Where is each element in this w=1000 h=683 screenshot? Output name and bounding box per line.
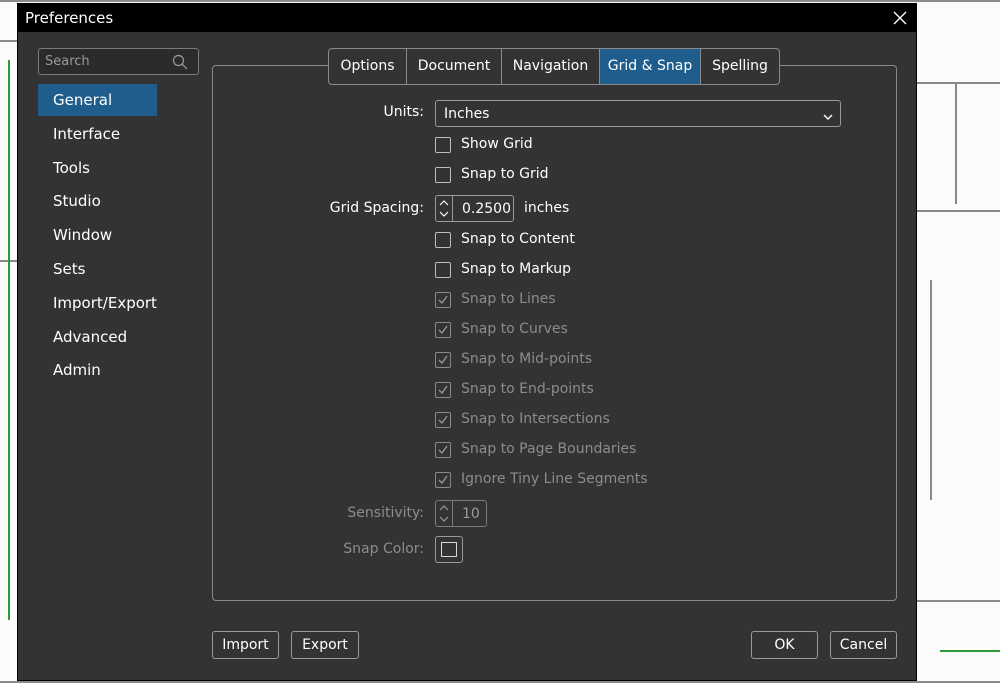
title-bar: Preferences	[18, 4, 916, 32]
color-swatch	[441, 542, 457, 557]
sensitivity-value: 10	[462, 506, 480, 522]
grid-spacing-label: Grid Spacing:	[329, 200, 424, 216]
checkbox-box[interactable]	[435, 292, 451, 308]
export-button[interactable]: Export	[291, 631, 359, 659]
checkbox-label: Snap to Intersections	[461, 411, 610, 427]
spinner-arrows[interactable]	[436, 501, 453, 526]
checkbox-label: Ignore Tiny Line Segments	[461, 471, 648, 487]
checkbox-box[interactable]	[435, 442, 451, 458]
checkbox-box[interactable]	[435, 382, 451, 398]
preferences-dialog: Preferences General Interface Tools Stud…	[17, 3, 917, 681]
checkbox-label: Snap to Mid-points	[461, 351, 593, 367]
sidebar-item-window[interactable]: Window	[38, 219, 157, 251]
checkbox-label: Snap to Grid	[461, 166, 549, 182]
units-label: Units:	[383, 104, 424, 120]
checkbox-box[interactable]	[435, 472, 451, 488]
checkbox-box[interactable]	[435, 412, 451, 428]
sidebar-item-import-export[interactable]: Import/Export	[38, 287, 157, 319]
tab-navigation[interactable]: Navigation	[502, 49, 600, 84]
checkbox-label: Snap to Content	[461, 231, 575, 247]
checkbox-label: Show Grid	[461, 136, 533, 152]
import-button[interactable]: Import	[212, 631, 279, 659]
sensitivity-label: Sensitivity:	[347, 505, 424, 521]
snap-color-label: Snap Color:	[343, 541, 424, 557]
checkbox-label: Snap to Curves	[461, 321, 568, 337]
sidebar-item-studio[interactable]: Studio	[38, 185, 157, 217]
checkbox-box[interactable]	[435, 352, 451, 368]
search-icon[interactable]	[172, 54, 188, 70]
checkbox-label: Snap to Page Boundaries	[461, 441, 637, 457]
search-box[interactable]	[38, 48, 199, 75]
units-select[interactable]: Inches	[435, 100, 841, 127]
ok-button[interactable]: OK	[751, 631, 818, 659]
checkbox-label: Snap to End-points	[461, 381, 594, 397]
tab-grid-snap[interactable]: Grid & Snap	[600, 49, 701, 84]
spinner-arrows[interactable]	[436, 196, 453, 221]
sidebar-item-tools[interactable]: Tools	[38, 152, 157, 184]
snap-color-picker[interactable]	[435, 536, 463, 563]
tab-options[interactable]: Options	[329, 49, 407, 84]
grid-spacing-spinner[interactable]: 0.2500	[435, 195, 514, 222]
tab-spelling[interactable]: Spelling	[701, 49, 779, 84]
grid-spacing-unit: inches	[524, 200, 570, 216]
sidebar-nav: General Interface Tools Studio Window Se…	[38, 84, 157, 388]
checkbox-label: Snap to Lines	[461, 291, 556, 307]
checkbox-box[interactable]	[435, 232, 451, 248]
chevron-down-icon	[822, 108, 834, 120]
sidebar-item-general[interactable]: General	[38, 84, 157, 116]
checkbox-box[interactable]	[435, 167, 451, 183]
grid-spacing-value: 0.2500	[462, 201, 511, 217]
sidebar-item-advanced[interactable]: Advanced	[38, 321, 157, 353]
checkbox-box[interactable]	[435, 262, 451, 278]
sensitivity-spinner[interactable]: 10	[435, 500, 487, 527]
units-value: Inches	[444, 106, 490, 122]
search-input[interactable]	[45, 52, 165, 71]
sidebar-item-sets[interactable]: Sets	[38, 253, 157, 285]
tab-document[interactable]: Document	[407, 49, 502, 84]
checkbox-label: Snap to Markup	[461, 261, 572, 277]
window-title: Preferences	[25, 9, 114, 27]
tab-bar: Options Document Navigation Grid & Snap …	[328, 48, 780, 85]
checkbox-box[interactable]	[435, 137, 451, 153]
close-icon[interactable]	[890, 8, 910, 28]
sidebar-item-interface[interactable]: Interface	[38, 118, 157, 150]
checkbox-box[interactable]	[435, 322, 451, 338]
sidebar-item-admin[interactable]: Admin	[38, 354, 157, 386]
cancel-button[interactable]: Cancel	[830, 631, 897, 659]
